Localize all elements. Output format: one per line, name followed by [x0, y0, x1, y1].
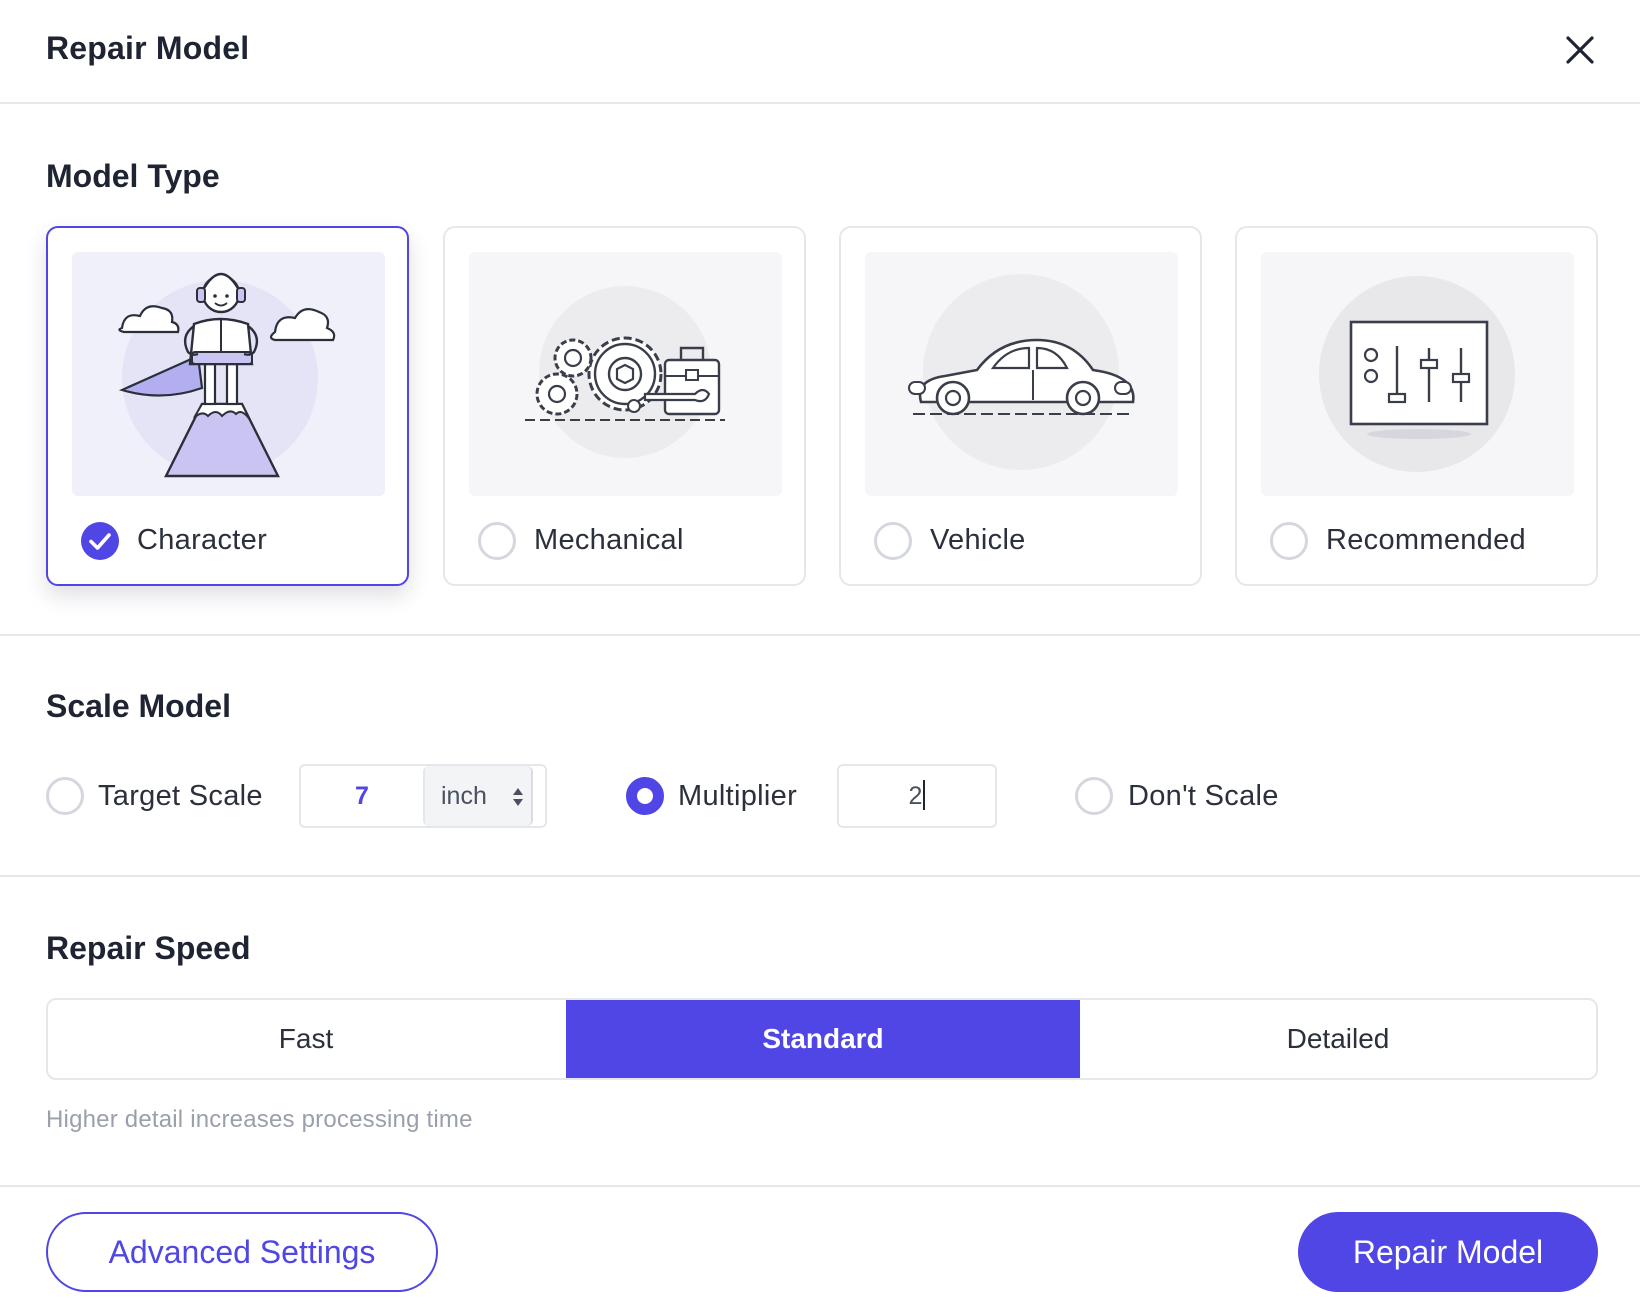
model-type-card-character[interactable]: Character: [46, 226, 409, 586]
dialog-title: Repair Model: [46, 30, 250, 66]
target-scale-value-input[interactable]: 7: [301, 766, 423, 826]
target-scale-label: Target Scale: [98, 780, 263, 812]
close-button[interactable]: [1556, 26, 1604, 74]
scale-model-title: Scale Model: [46, 688, 231, 724]
repair-speed-hint: Higher detail increases processing time: [46, 1106, 473, 1133]
model-type-card-mechanical[interactable]: Mechanical: [443, 226, 806, 586]
vehicle-radio[interactable]: [874, 522, 912, 560]
repair-model-dialog: Repair Model Model Type Character Mechan…: [0, 0, 1640, 1312]
recommended-illustration-frame: [1261, 252, 1574, 496]
select-arrows-icon: [513, 788, 523, 806]
mechanical-radio[interactable]: [478, 522, 516, 560]
vehicle-illustration-frame: [865, 252, 1178, 496]
car-illustration: [908, 274, 1135, 470]
speed-option-fast[interactable]: Fast: [48, 1000, 564, 1078]
card-label-recommended: Recommended: [1326, 524, 1526, 556]
multiplier-label: Multiplier: [678, 780, 798, 812]
close-icon: [1566, 36, 1594, 64]
text-caret: [923, 780, 926, 811]
target-scale-input-group: 7 inch: [299, 764, 547, 828]
card-label-vehicle: Vehicle: [930, 524, 1026, 556]
dialog-header: Repair Model: [0, 0, 1640, 104]
dont-scale-radio[interactable]: [1075, 777, 1113, 815]
mechanical-illustration-frame: [469, 252, 782, 496]
divider: [0, 875, 1640, 877]
divider: [0, 1185, 1640, 1187]
speed-option-standard[interactable]: Standard: [566, 1000, 1080, 1078]
dont-scale-label: Don't Scale: [1128, 780, 1279, 812]
gears-toolbox-illustration: [525, 286, 725, 458]
card-label-character: Character: [137, 524, 268, 556]
repair-speed-title: Repair Speed: [46, 930, 251, 966]
multiplier-value: 2: [908, 782, 923, 810]
unit-select[interactable]: inch: [423, 766, 533, 826]
multiplier-input[interactable]: 2: [837, 764, 997, 828]
sliders-illustration: [1319, 276, 1515, 472]
character-illustration: [118, 272, 336, 478]
multiplier-radio[interactable]: [626, 777, 664, 815]
unit-select-value: inch: [441, 782, 487, 810]
advanced-settings-button[interactable]: Advanced Settings: [46, 1212, 438, 1292]
card-label-mechanical: Mechanical: [534, 524, 684, 556]
model-type-title: Model Type: [46, 158, 220, 194]
divider: [0, 634, 1640, 636]
character-check-icon[interactable]: [81, 522, 119, 560]
target-scale-radio[interactable]: [46, 777, 84, 815]
repair-speed-segmented-control: Fast Standard Detailed: [46, 998, 1598, 1080]
character-illustration-frame: [72, 252, 385, 496]
repair-model-button[interactable]: Repair Model: [1298, 1212, 1598, 1292]
model-type-card-recommended[interactable]: Recommended: [1235, 226, 1598, 586]
speed-option-detailed[interactable]: Detailed: [1080, 1000, 1596, 1078]
recommended-radio[interactable]: [1270, 522, 1308, 560]
model-type-card-vehicle[interactable]: Vehicle: [839, 226, 1202, 586]
